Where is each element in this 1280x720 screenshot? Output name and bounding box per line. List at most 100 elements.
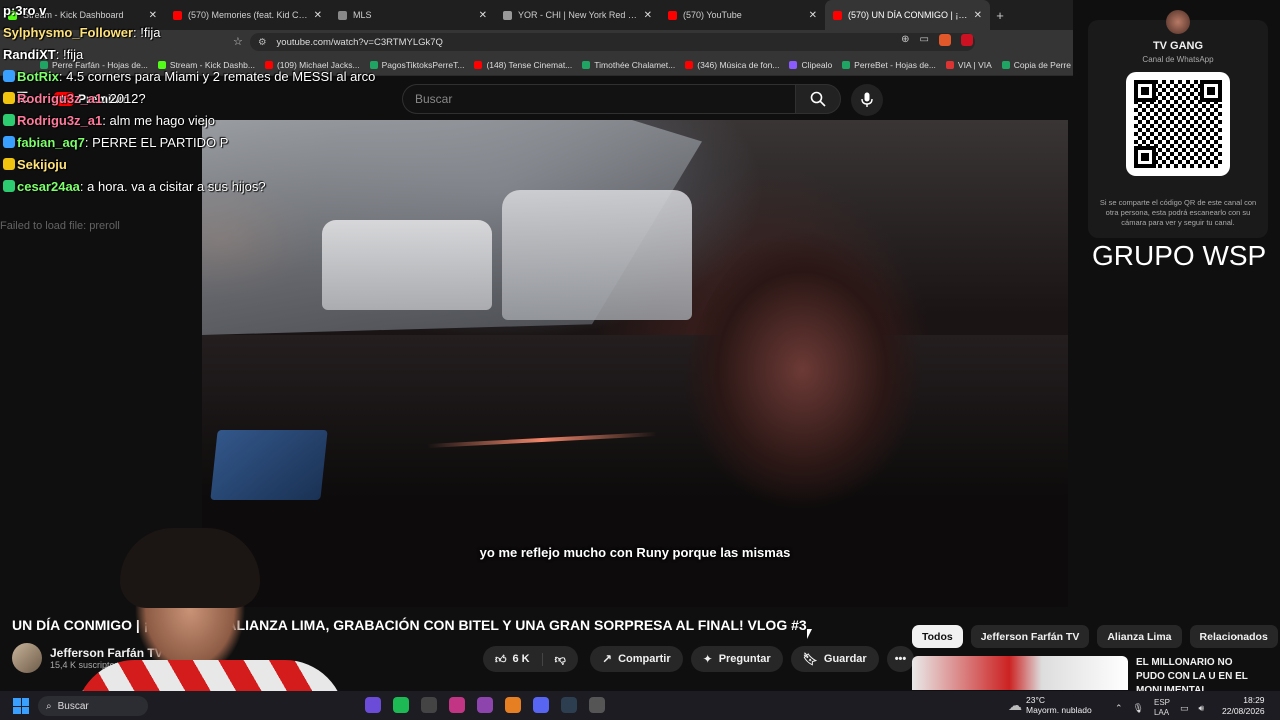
chevron-right-icon[interactable]: ›: [1233, 628, 1238, 644]
close-icon[interactable]: ✕: [644, 10, 652, 21]
microphone-icon[interactable]: 🎙︎: [1133, 703, 1144, 714]
close-icon[interactable]: ✕: [479, 10, 487, 21]
bookmark-label: VIA | VIA: [957, 59, 992, 70]
more-button[interactable]: •••: [886, 646, 915, 672]
voice-search-button[interactable]: [851, 84, 883, 116]
channel-avatar[interactable]: [12, 643, 42, 673]
chat-message: BotRix: 4.5 corners para Miami y 2 remat…: [3, 66, 423, 88]
action-buttons: ↗ Compartir ✦ Preguntar 🔖︎ Guardar •••: [590, 646, 915, 672]
app-icon[interactable]: [505, 697, 521, 713]
browser-tab[interactable]: YOR - CHI | New York Red Bulls vs Ch ✕: [495, 0, 660, 30]
facecam-hair: [120, 528, 260, 608]
chat-username: RandiXT: [3, 47, 56, 62]
wa-note: Si se comparte el código QR de este cana…: [1099, 198, 1257, 227]
bookmark-label: (148) Tense Cinemat...: [486, 59, 573, 70]
related-thumbnail[interactable]: [912, 656, 1128, 690]
bookmark-label: Timothée Chalamet...: [594, 59, 676, 70]
bookmark-item[interactable]: Copia de Perre .xlsx...: [1001, 60, 1073, 70]
temperature: 23°C: [1026, 695, 1045, 705]
close-icon[interactable]: ✕: [809, 10, 817, 21]
chat-username: BotRix: [17, 69, 59, 84]
app-icon[interactable]: [477, 697, 493, 713]
search-input[interactable]: Buscar: [402, 84, 795, 114]
taskbar-search[interactable]: ⌕ Buscar: [38, 696, 148, 716]
bookmark-item[interactable]: VIA | VIA: [945, 59, 992, 70]
chat-message: p:3ro v: [3, 0, 423, 22]
bookmark-item[interactable]: Timothée Chalamet...: [582, 60, 675, 70]
chat-message: Sylphysmo_Follower: !fija: [3, 22, 423, 44]
app-icon[interactable]: [589, 697, 605, 713]
zoom-icon[interactable]: ⊕: [901, 34, 909, 46]
chat-message: cesar24aa: a hora. va a cisitar a sus hi…: [3, 176, 423, 198]
cloud-icon: ☁: [1008, 697, 1022, 713]
chat-username: cesar24aa: [17, 179, 80, 194]
close-icon[interactable]: ✕: [974, 10, 982, 21]
discord-icon[interactable]: [533, 697, 549, 713]
app-icon[interactable]: [393, 697, 409, 713]
network-icon[interactable]: ▭: [1180, 703, 1189, 714]
chat-username: Rodrigu3z_a1: [17, 113, 103, 128]
app-icon[interactable]: [365, 697, 381, 713]
share-button[interactable]: ↗ Compartir: [590, 646, 683, 672]
bookmark-item[interactable]: Clipealo: [789, 60, 832, 70]
app-icon[interactable]: [561, 697, 577, 713]
chat-message: Sekijoju: [3, 154, 423, 176]
like-count: 6 K: [512, 652, 530, 665]
filter-chip[interactable]: Todos: [912, 625, 963, 648]
weather-widget[interactable]: ☁ 23°C Mayorm. nublado: [1008, 695, 1092, 715]
bookmark-label: PerreBet - Hojas de...: [854, 59, 936, 70]
tab-favicon-icon: [833, 10, 842, 20]
chevron-up-icon[interactable]: ⌃: [1115, 703, 1123, 714]
ask-label: Preguntar: [718, 653, 771, 665]
clock[interactable]: 18:29 22/08/2026: [1222, 695, 1265, 717]
app-icon[interactable]: [449, 697, 465, 713]
bookmark-label: (346) Música de fon...: [697, 59, 780, 70]
bookmark-favicon-icon: [1001, 60, 1010, 69]
ask-button[interactable]: ✦ Preguntar: [690, 646, 783, 672]
chat-text: PERRE EL PARTIDO P: [92, 135, 229, 150]
bookmark-favicon-icon: [474, 60, 483, 69]
qr-code-pattern: [1134, 80, 1222, 168]
chat-text: !fija: [140, 25, 161, 40]
time: 18:29: [1243, 695, 1265, 705]
chat-message: fabian_aq7: PERRE EL PARTIDO P: [3, 132, 423, 154]
save-button[interactable]: 🔖︎ Guardar: [790, 646, 879, 672]
bookmark-item[interactable]: PerreBet - Hojas de...: [842, 60, 936, 70]
taskbar-apps: [365, 697, 605, 713]
chat-badge-icon: [3, 114, 15, 126]
chat-badge-icon: [3, 158, 15, 170]
windows-start-icon[interactable]: [13, 698, 29, 714]
filter-chip[interactable]: Jefferson Farfán TV: [970, 625, 1090, 648]
like-button[interactable]: 👍︎ 6 K: [483, 652, 543, 666]
new-tab-button[interactable]: +: [990, 8, 1010, 23]
lang-code[interactable]: ESP: [1154, 698, 1170, 708]
chat-text: alm me hago viejo: [109, 113, 215, 128]
system-tray: ⌃ 🎙︎ ESP LAA ▭ 🔊︎: [1115, 698, 1204, 718]
bookmark-favicon-icon: [842, 60, 851, 69]
search-button[interactable]: [795, 84, 841, 114]
bookmark-favicon-icon: [685, 60, 694, 69]
cast-icon[interactable]: ▭: [920, 34, 929, 46]
video-frame-car: [502, 190, 692, 320]
video-frame-screen: [210, 430, 328, 500]
bookmark-label: Clipealo: [801, 59, 833, 70]
chat-message: Rodrigu3z_a1: alm me hago viejo: [3, 110, 423, 132]
bookmark-item[interactable]: (148) Tense Cinemat...: [474, 60, 572, 70]
chat-badge-icon: [3, 92, 15, 104]
chat-username: p:3ro v: [3, 3, 47, 18]
browser-tab[interactable]: (570) YouTube ✕: [660, 0, 825, 30]
app-icon[interactable]: [421, 697, 437, 713]
browser-tab[interactable]: (570) UN DÍA CONMIGO | ¡GI ✕: [825, 0, 990, 30]
brave-shield-icon[interactable]: [939, 34, 951, 46]
chat-text: 2012?: [109, 91, 146, 106]
bookmark-item[interactable]: (346) Música de fon...: [685, 60, 779, 70]
screen: Stream - Kick Dashboard ✕ (570) Memories (…: [0, 0, 1280, 720]
filter-chip[interactable]: Alianza Lima: [1097, 625, 1182, 648]
failed-load-text: Failed to load file: preroll: [0, 220, 120, 232]
extension-icon[interactable]: [961, 34, 973, 46]
channel-avatar: [1166, 10, 1190, 34]
dislike-button[interactable]: 👎︎: [543, 653, 578, 666]
taskbar-search-label: Buscar: [57, 700, 89, 712]
volume-icon[interactable]: 🔊︎: [1199, 703, 1205, 714]
tab-favicon-icon: [668, 10, 677, 20]
